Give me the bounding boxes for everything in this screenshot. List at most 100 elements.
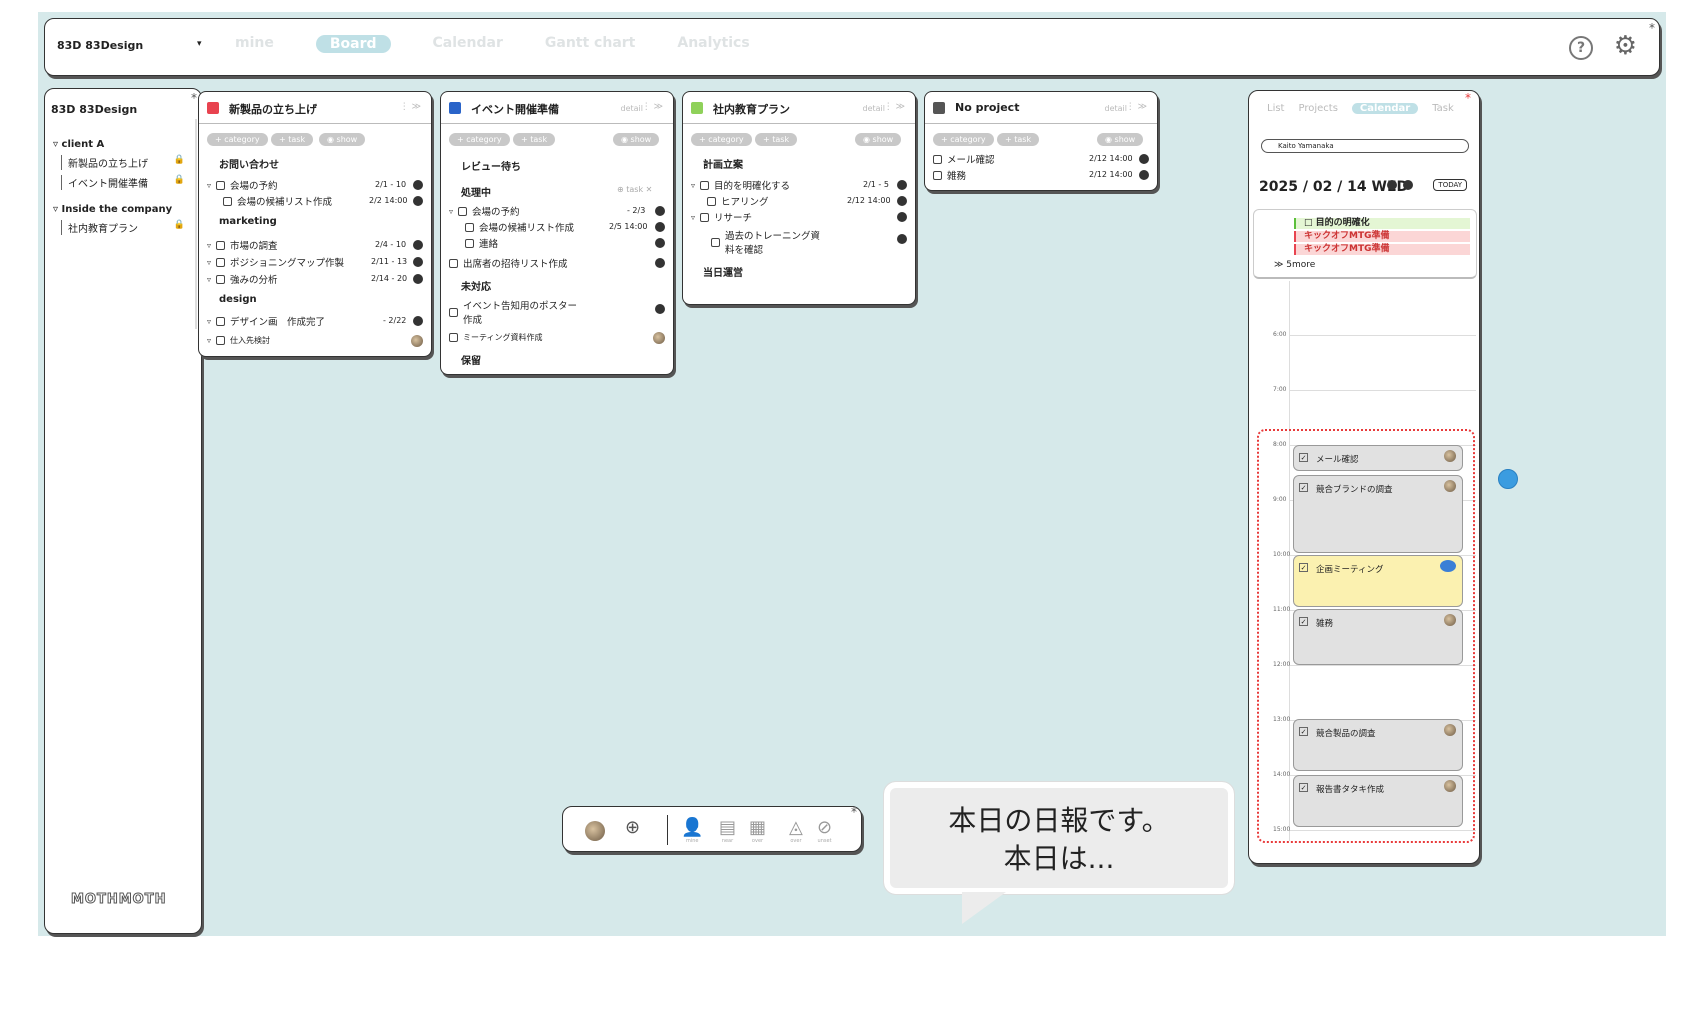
task-row[interactable]: 会場の候補リスト作成	[465, 220, 574, 234]
task-checkbox[interactable]	[449, 258, 458, 268]
more-menu-icon[interactable]: ⋮ ≫	[1126, 102, 1147, 112]
detail-link[interactable]: detail	[621, 104, 643, 113]
task-checkbox[interactable]	[216, 240, 226, 250]
nav-calendar[interactable]: Calendar	[433, 35, 503, 53]
task-checkbox[interactable]	[216, 274, 226, 284]
add-task-inline[interactable]: ⊕ task ✕	[617, 185, 652, 194]
sidebar-item-training[interactable]: 社内教育プラン 🔒	[61, 220, 185, 235]
add-category-button[interactable]: + category	[207, 133, 268, 146]
section-header[interactable]: 計画立案	[703, 156, 743, 171]
task-row[interactable]: ▿ 会場の予約	[449, 204, 520, 218]
all-day-event[interactable]: キックオフMTG準備	[1294, 244, 1470, 255]
filter-near-icon[interactable]: ▤ near	[719, 817, 736, 844]
section-header[interactable]: 処理中	[461, 184, 491, 199]
section-header[interactable]: 当日運営	[703, 264, 743, 279]
task-checkbox[interactable]	[465, 222, 474, 232]
filter-mine-icon[interactable]: 👤 mine	[681, 817, 703, 844]
more-menu-icon[interactable]: ⋮ ≫	[400, 102, 421, 112]
task-checkbox[interactable]	[449, 333, 458, 342]
task-row[interactable]: 出席者の招待リスト作成	[449, 256, 568, 270]
section-header[interactable]: marketing	[219, 216, 277, 227]
task-checkbox[interactable]	[216, 316, 226, 326]
task-checkbox[interactable]	[223, 196, 232, 206]
add-category-button[interactable]: + category	[449, 133, 510, 146]
task-checkbox[interactable]	[711, 237, 720, 247]
task-row[interactable]: ▿ 仕入先検討	[207, 335, 270, 346]
task-row[interactable]: 雑務	[933, 168, 966, 182]
add-task-button[interactable]: + task	[513, 133, 556, 146]
floating-blue-dot[interactable]	[1498, 469, 1518, 489]
prev-day-icon[interactable]	[1387, 180, 1397, 190]
section-header[interactable]: レビュー待ち	[461, 158, 521, 173]
task-row[interactable]: ▿ 会場の予約	[207, 178, 278, 192]
task-row[interactable]: ▿ リサーチ	[691, 210, 752, 224]
nav-analytics[interactable]: Analytics	[677, 35, 749, 53]
calendar-event[interactable]: ✓ 競合ブランドの調査	[1293, 475, 1463, 553]
add-category-button[interactable]: + category	[933, 133, 994, 146]
task-checkbox[interactable]	[933, 170, 942, 180]
detail-link[interactable]: detail	[1105, 104, 1127, 113]
task-row[interactable]: 連絡	[465, 236, 498, 250]
more-menu-icon[interactable]: ⋮ ≫	[884, 102, 905, 112]
workspace-name[interactable]: 83D 83Design	[57, 39, 143, 52]
task-row[interactable]: ミーティング資料作成	[449, 332, 543, 343]
sidebar-group-inside[interactable]: ▿ Inside the company	[53, 204, 172, 215]
task-row[interactable]: ▿ デザイン画 作成完了	[207, 314, 325, 328]
nav-board[interactable]: Board	[315, 35, 391, 53]
add-task-button[interactable]: + task	[755, 133, 798, 146]
task-row[interactable]: 過去のトレーニング資料を確認	[711, 228, 821, 256]
sidebar-item-new-product[interactable]: 新製品の立ち上げ 🔒	[61, 155, 185, 170]
section-header[interactable]: 未対応	[461, 278, 491, 293]
add-task-button[interactable]: + task	[997, 133, 1040, 146]
gear-icon[interactable]: ⚙	[1614, 31, 1637, 61]
task-checkbox[interactable]	[216, 336, 226, 345]
task-row[interactable]: ▿ ポジショニングマップ作製	[207, 255, 344, 269]
nav-mine[interactable]: mine	[235, 35, 274, 53]
section-header[interactable]: 保留	[461, 352, 481, 367]
calendar-event[interactable]: ✓ メール確認	[1293, 445, 1463, 471]
calendar-event[interactable]: ✓ 競合製品の調査	[1293, 719, 1463, 771]
all-day-event[interactable]: □ 目的の明確化	[1294, 218, 1470, 229]
calendar-event[interactable]: ✓ 企画ミーティング	[1293, 555, 1463, 607]
task-checkbox[interactable]	[449, 307, 458, 317]
user-avatar[interactable]	[585, 821, 605, 841]
filter-unset-icon[interactable]: ⊘ unset	[817, 817, 832, 844]
task-checkbox[interactable]	[216, 180, 226, 190]
task-row[interactable]: ▿ 目的を明確化する	[691, 178, 790, 192]
user-select[interactable]: Kaito Yamanaka	[1261, 139, 1469, 153]
task-row[interactable]: 会場の候補リスト作成	[223, 194, 332, 208]
task-checkbox[interactable]	[216, 257, 226, 267]
calendar-event[interactable]: ✓ 雑務	[1293, 609, 1463, 665]
task-row[interactable]: ▿ 強みの分析	[207, 272, 278, 286]
show-button[interactable]: ◉ show	[319, 133, 366, 146]
task-row[interactable]: メール確認	[933, 152, 995, 166]
nav-gantt[interactable]: Gantt chart	[545, 35, 635, 53]
help-icon[interactable]: ?	[1569, 36, 1593, 60]
task-checkbox[interactable]	[465, 238, 474, 248]
calendar-event[interactable]: ✓ 報告書タタキ作成	[1293, 775, 1463, 827]
add-icon[interactable]: ⊕	[625, 817, 640, 838]
show-button[interactable]: ◉ show	[855, 133, 902, 146]
column-title[interactable]: No project	[955, 101, 1019, 114]
task-row[interactable]: イベント告知用のポスター作成	[449, 298, 589, 326]
column-title[interactable]: 社内教育プラン	[713, 101, 790, 117]
tab-calendar[interactable]: Calendar	[1351, 103, 1419, 114]
show-button[interactable]: ◉ show	[613, 133, 660, 146]
task-checkbox[interactable]	[700, 180, 710, 190]
tab-list[interactable]: List	[1267, 103, 1284, 114]
today-button[interactable]: TODAY	[1433, 179, 1467, 191]
filter-over-icon[interactable]: ▦ over	[749, 817, 766, 844]
tab-task[interactable]: Task	[1432, 103, 1454, 114]
more-menu-icon[interactable]: ⋮ ≫	[642, 102, 663, 112]
filter-over-alt-icon[interactable]: ◬ over	[789, 817, 803, 844]
task-checkbox[interactable]	[707, 196, 716, 206]
task-row[interactable]: ▿ 市場の調査	[207, 238, 278, 252]
workspace-dropdown-icon[interactable]: ▾	[197, 39, 202, 49]
section-header[interactable]: design	[219, 294, 257, 305]
tab-projects[interactable]: Projects	[1298, 103, 1337, 114]
task-checkbox[interactable]	[700, 212, 710, 222]
sidebar-group-client-a[interactable]: ▿ client A	[53, 139, 104, 150]
task-checkbox[interactable]	[933, 154, 942, 164]
show-button[interactable]: ◉ show	[1097, 133, 1144, 146]
detail-link[interactable]: detail	[863, 104, 885, 113]
